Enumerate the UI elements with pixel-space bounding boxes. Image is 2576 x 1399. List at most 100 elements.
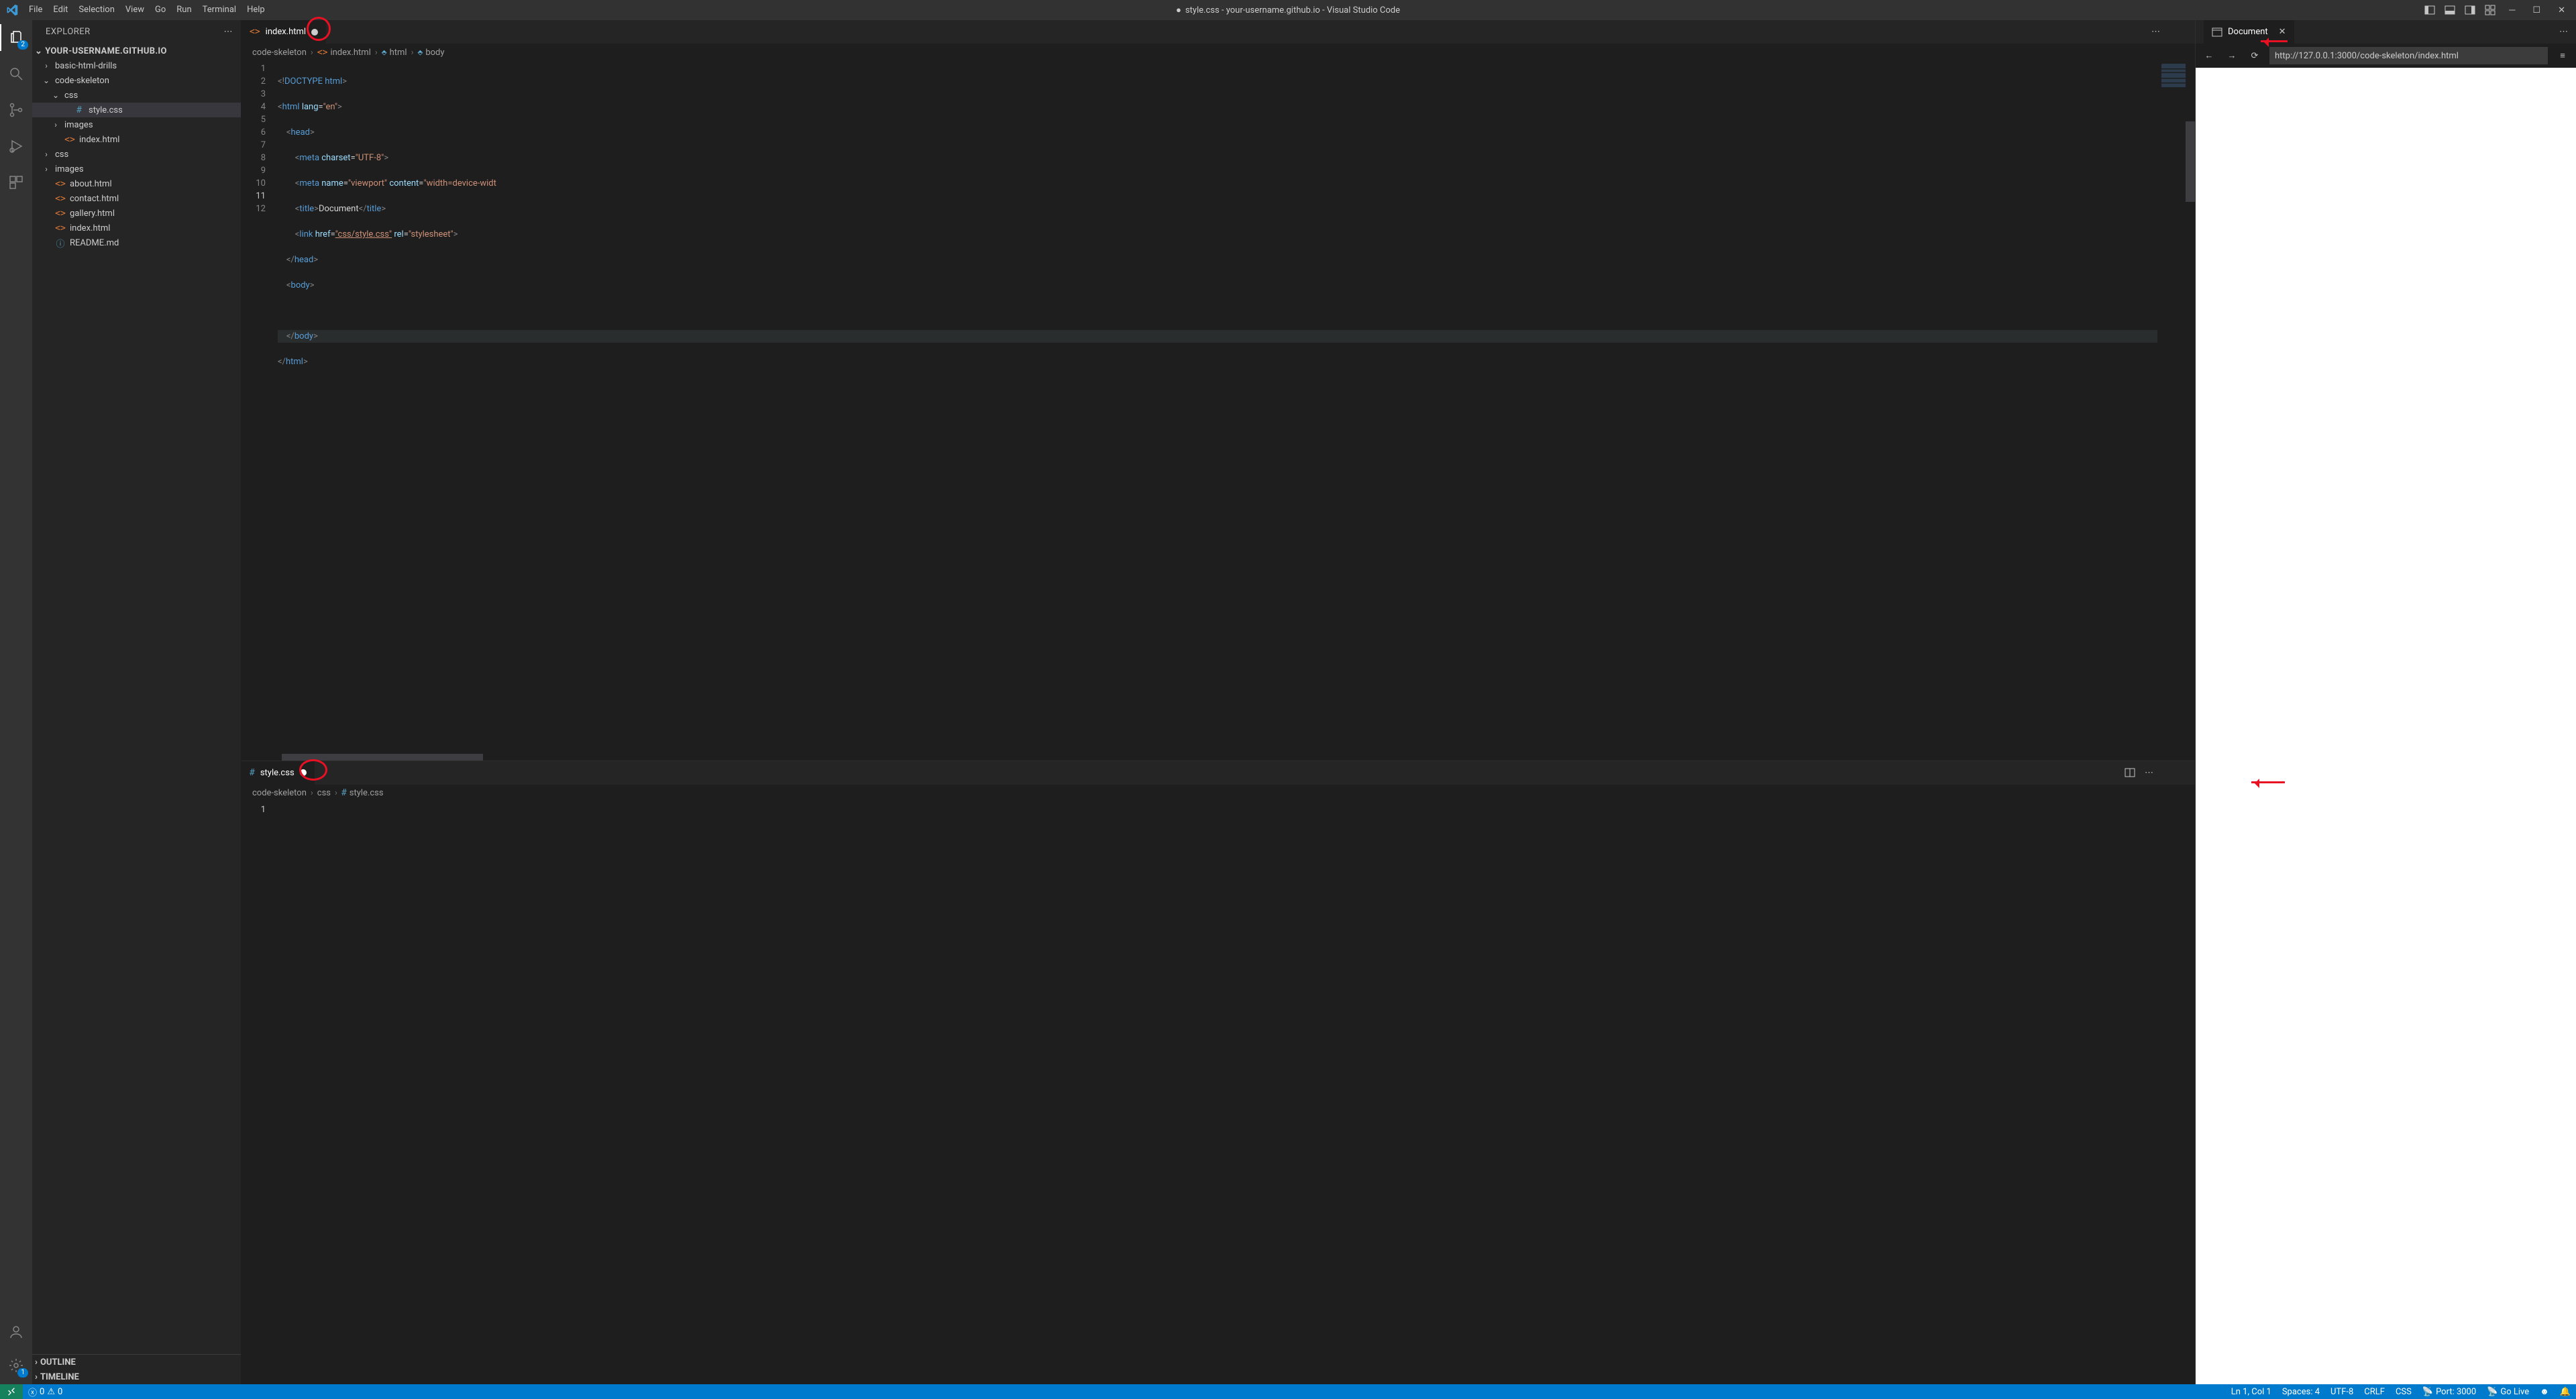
close-window-button[interactable]: ✕ <box>2554 5 2569 15</box>
breadcrumb-segment[interactable]: code-skeleton <box>252 788 307 798</box>
menu-selection[interactable]: Selection <box>73 0 119 20</box>
toggle-panel-icon[interactable] <box>2445 5 2455 15</box>
preview-window-icon <box>2212 27 2222 38</box>
activity-bar: 2 1 <box>0 20 32 1384</box>
explorer-project-header[interactable]: ⌄ YOUR-USERNAME.GITHUB.IO <box>32 44 241 58</box>
breadcrumb-lower[interactable]: code-skeleton › css › # style.css <box>241 785 2195 802</box>
preview-tab-bar: Document ✕ ⋯ <box>2196 20 2576 44</box>
tree-item-label: index.html <box>79 135 119 145</box>
css-file-icon: # <box>250 768 255 778</box>
address-bar[interactable] <box>2269 47 2548 64</box>
vertical-scrollbar[interactable] <box>2186 802 2195 1384</box>
tree-item[interactable]: ›images <box>32 162 241 176</box>
preview-viewport[interactable] <box>2196 68 2576 1384</box>
menu-file[interactable]: File <box>23 0 48 20</box>
activity-account[interactable] <box>0 1319 32 1345</box>
activity-source-control[interactable] <box>0 97 32 123</box>
tree-item[interactable]: ›css <box>32 147 241 162</box>
status-encoding[interactable]: UTF-8 <box>2325 1386 2359 1397</box>
editor-lower[interactable]: 1 <box>241 802 2195 1384</box>
maximize-button[interactable]: ☐ <box>2528 5 2544 15</box>
breadcrumb-segment[interactable]: css <box>317 788 331 798</box>
outline-panel-header[interactable]: › OUTLINE <box>32 1355 241 1369</box>
activity-search[interactable] <box>0 60 32 87</box>
reload-button[interactable]: ⟳ <box>2247 48 2263 64</box>
status-problems[interactable]: ⓧ0 ⚠0 <box>23 1386 68 1398</box>
activity-run-debug[interactable] <box>0 133 32 160</box>
tree-item[interactable]: <>index.html <box>32 132 241 147</box>
split-editor-icon[interactable] <box>2125 767 2135 778</box>
tree-item[interactable]: <>about.html <box>32 176 241 191</box>
forward-button[interactable]: → <box>2224 48 2240 64</box>
toggle-primary-sidebar-icon[interactable] <box>2424 5 2435 15</box>
toggle-secondary-sidebar-icon[interactable] <box>2465 5 2475 15</box>
tree-item[interactable]: <>contact.html <box>32 191 241 206</box>
preview-tab[interactable]: Document ✕ <box>2204 20 2294 44</box>
html-file-icon: <> <box>250 27 260 37</box>
breadcrumb-segment[interactable]: code-skeleton <box>252 48 307 58</box>
minimize-button[interactable]: ─ <box>2505 5 2519 15</box>
tree-item-label: style.css <box>89 105 123 115</box>
horizontal-scrollbar[interactable] <box>241 754 2195 761</box>
customize-layout-icon[interactable] <box>2485 5 2496 15</box>
tree-item[interactable]: ›images <box>32 117 241 132</box>
html-file-icon: <> <box>55 223 66 233</box>
back-button[interactable]: ← <box>2201 48 2217 64</box>
status-feedback-icon[interactable]: ☻ <box>2534 1386 2555 1397</box>
editor-more-icon[interactable]: ⋯ <box>2151 27 2160 37</box>
breadcrumb-segment[interactable]: style.css <box>350 788 384 798</box>
tree-item-label: contact.html <box>70 194 119 204</box>
tab-style-css[interactable]: # style.css <box>241 761 315 785</box>
tree-item[interactable]: ›basic-html-drills <box>32 58 241 73</box>
line-gutter: 1 <box>241 802 278 1384</box>
breadcrumb-segment[interactable]: index.html <box>330 48 370 58</box>
chevron-icon: ⌄ <box>51 91 60 100</box>
editor-more-icon[interactable]: ⋯ <box>2145 768 2153 778</box>
chevron-icon: › <box>42 164 51 174</box>
remote-indicator[interactable] <box>0 1384 23 1399</box>
file-tree: ›basic-html-drills⌄code-skeleton⌄css#sty… <box>32 58 241 1354</box>
status-bell-icon[interactable]: 🔔 <box>2555 1386 2576 1397</box>
tab-index-html[interactable]: <> index.html <box>241 20 327 44</box>
status-eol[interactable]: CRLF <box>2359 1386 2390 1397</box>
menu-help[interactable]: Help <box>241 0 270 20</box>
sidebar-explorer: EXPLORER ⋯ ⌄ YOUR-USERNAME.GITHUB.IO ›ba… <box>32 20 241 1384</box>
activity-settings[interactable]: 1 <box>0 1352 32 1379</box>
tree-item[interactable]: ⓘREADME.md <box>32 235 241 250</box>
preview-nav: ← → ⟳ ≡ <box>2196 44 2576 68</box>
menu-go[interactable]: Go <box>150 0 171 20</box>
status-language[interactable]: CSS <box>2390 1386 2417 1397</box>
breadcrumb-upper[interactable]: code-skeleton › <>index.html › ⬘html › ⬘… <box>241 44 2195 61</box>
tree-item-label: basic-html-drills <box>55 61 117 71</box>
timeline-panel-header[interactable]: › TIMELINE <box>32 1369 241 1384</box>
menu-run[interactable]: Run <box>171 0 197 20</box>
tree-item[interactable]: ⌄code-skeleton <box>32 73 241 88</box>
activity-explorer[interactable]: 2 <box>0 24 32 51</box>
activity-extensions[interactable] <box>0 169 32 196</box>
editor-more-icon[interactable]: ⋯ <box>2559 27 2568 37</box>
status-port[interactable]: 📡Port: 3000 <box>2417 1386 2481 1397</box>
vertical-scrollbar[interactable] <box>2186 61 2195 754</box>
status-spaces[interactable]: Spaces: 4 <box>2277 1386 2325 1397</box>
tree-item[interactable]: <>gallery.html <box>32 206 241 221</box>
close-icon[interactable]: ✕ <box>2279 27 2286 37</box>
status-ln-col[interactable]: Ln 1, Col 1 <box>2226 1386 2277 1397</box>
menu-view[interactable]: View <box>120 0 150 20</box>
project-name-label: YOUR-USERNAME.GITHUB.IO <box>45 46 167 56</box>
breadcrumb-segment[interactable]: body <box>425 48 444 58</box>
breadcrumb-segment[interactable]: html <box>390 48 407 58</box>
menu-icon[interactable]: ≡ <box>2555 48 2571 64</box>
tree-item[interactable]: #style.css <box>32 103 241 117</box>
status-go-live[interactable]: 📡Go Live <box>2481 1386 2534 1397</box>
broadcast-icon: 📡 <box>2487 1387 2498 1397</box>
explorer-more-icon[interactable]: ⋯ <box>224 27 233 37</box>
menu-edit[interactable]: Edit <box>48 0 73 20</box>
code-area[interactable]: <!DOCTYPE html> <html lang="en"> <head> … <box>278 61 2157 754</box>
tree-item[interactable]: ⌄css <box>32 88 241 103</box>
menu-terminal[interactable]: Terminal <box>197 0 241 20</box>
editor-group: <> index.html ⋯ code-skeleton › <>index.… <box>241 20 2196 1384</box>
code-area[interactable] <box>278 802 2195 1384</box>
editor-upper[interactable]: 123456789101112 <!DOCTYPE html> <html la… <box>241 61 2195 754</box>
tree-item[interactable]: <>index.html <box>32 221 241 235</box>
warning-icon: ⚠ <box>47 1387 55 1397</box>
